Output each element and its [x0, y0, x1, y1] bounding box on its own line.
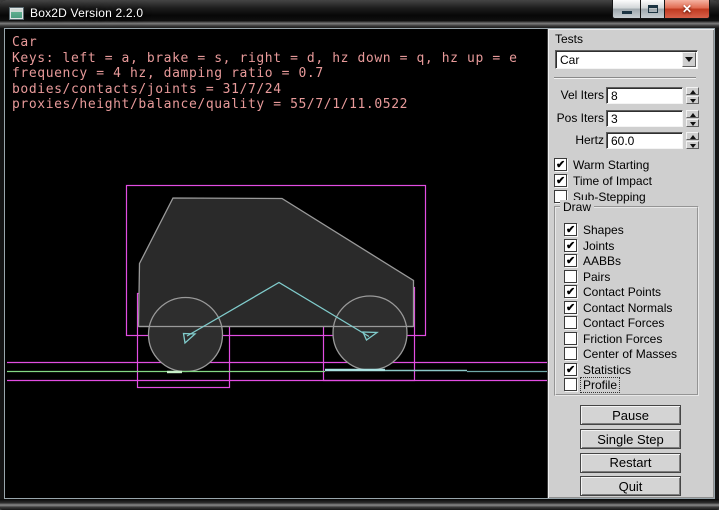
arrow-down-icon — [690, 144, 696, 148]
quit-button[interactable]: Quit — [580, 476, 681, 496]
checkbox-icon[interactable] — [564, 332, 577, 345]
client-area: Car Keys: left = a, brake = s, right = d… — [4, 28, 715, 499]
checkbox-icon[interactable] — [564, 363, 577, 376]
checkbox-label: Joints — [583, 239, 614, 253]
checkbox-label: Contact Normals — [583, 301, 672, 315]
tests-dropdown[interactable]: Car — [555, 50, 698, 69]
checkbox-icon[interactable] — [564, 316, 577, 329]
spinner-up-button[interactable] — [686, 132, 699, 140]
arrow-up-icon — [690, 90, 696, 94]
hertz-label: Hertz — [548, 133, 604, 147]
checkbox-label: Warm Starting — [573, 158, 649, 172]
spinner-up-button[interactable] — [686, 110, 699, 118]
arrow-up-icon — [690, 135, 696, 139]
tests-label: Tests — [555, 32, 583, 46]
arrow-down-icon — [690, 122, 696, 126]
checkbox-icon[interactable] — [564, 223, 577, 236]
checkbox-icon[interactable] — [564, 270, 577, 283]
checkbox-icon[interactable] — [564, 347, 577, 360]
checkbox-label: Pairs — [583, 270, 610, 284]
checkbox-icon[interactable] — [564, 301, 577, 314]
checkbox-icon[interactable] — [564, 285, 577, 298]
separator — [554, 77, 696, 79]
checkbox-icon[interactable] — [564, 239, 577, 252]
window-bottom-frame — [0, 499, 719, 510]
pause-button[interactable]: Pause — [580, 405, 681, 425]
control-panel: Tests Car Vel Iters Pos Iters Hertz — [547, 29, 714, 498]
checkbox-label: Time of Impact — [573, 174, 652, 188]
checkbox-icon[interactable] — [564, 254, 577, 267]
test-title: Car — [12, 35, 518, 51]
checkbox-icon[interactable] — [554, 158, 567, 171]
window-title: Box2D Version 2.2.0 — [30, 6, 143, 20]
chevron-down-icon — [685, 57, 693, 62]
draw-group-label: Draw — [560, 200, 594, 214]
checkbox-label: Center of Masses — [583, 347, 677, 361]
vel-iters-label: Vel Iters — [548, 88, 604, 102]
vel-iters-spinner — [686, 87, 699, 104]
checkbox-icon[interactable] — [554, 174, 567, 187]
single-step-button[interactable]: Single Step — [580, 429, 681, 449]
info-line-keys: Keys: left = a, brake = s, right = d, hz… — [12, 51, 518, 67]
checkbox-label: Statistics — [583, 363, 631, 377]
hertz-spinner — [686, 132, 699, 149]
left-wheel — [149, 298, 223, 372]
minimize-icon — [622, 11, 632, 14]
app-icon — [9, 7, 24, 20]
pos-iters-input[interactable] — [606, 110, 683, 127]
restart-button[interactable]: Restart — [580, 453, 681, 473]
arrow-down-icon — [690, 99, 696, 103]
minimize-button[interactable] — [612, 0, 641, 19]
spinner-down-button[interactable] — [686, 119, 699, 127]
checkbox-label: Contact Forces — [583, 316, 664, 330]
tests-dropdown-value: Car — [560, 53, 579, 67]
close-icon: ✕ — [665, 2, 709, 16]
pos-iters-spinner — [686, 110, 699, 127]
info-line-bodies: bodies/contacts/joints = 31/7/24 — [12, 82, 518, 98]
spinner-up-button[interactable] — [686, 87, 699, 95]
caption-buttons: ✕ — [612, 0, 710, 19]
physics-canvas[interactable]: Car Keys: left = a, brake = s, right = d… — [5, 29, 547, 498]
maximize-icon — [648, 5, 658, 13]
info-line-proxies: proxies/height/balance/quality = 55/7/1/… — [12, 97, 518, 113]
draw-group: Draw Shapes Joints AABBs Pairs — [554, 206, 699, 396]
spinner-down-button[interactable] — [686, 141, 699, 149]
vel-iters-input[interactable] — [606, 87, 683, 104]
hertz-input[interactable] — [606, 132, 683, 149]
dropdown-arrow-button[interactable] — [682, 52, 696, 67]
debug-info-text: Car Keys: left = a, brake = s, right = d… — [12, 35, 518, 113]
arrow-up-icon — [690, 113, 696, 117]
pos-iters-label: Pos Iters — [548, 111, 604, 125]
checkbox-icon[interactable] — [564, 378, 577, 391]
titlebar[interactable]: Box2D Version 2.2.0 ✕ — [0, 0, 719, 28]
info-line-frequency: frequency = 4 hz, damping ratio = 0.7 — [12, 66, 518, 82]
checkbox-label: AABBs — [583, 254, 621, 268]
right-wheel — [333, 296, 407, 370]
checkbox-label: Shapes — [583, 223, 624, 237]
checkbox-label: Friction Forces — [583, 332, 662, 346]
checkbox-label: Contact Points — [583, 285, 661, 299]
app-window: Box2D Version 2.2.0 ✕ — [0, 0, 719, 510]
close-button[interactable]: ✕ — [665, 0, 710, 19]
maximize-button[interactable] — [641, 0, 665, 19]
spinner-down-button[interactable] — [686, 96, 699, 104]
checkbox-label: Profile — [581, 378, 619, 392]
